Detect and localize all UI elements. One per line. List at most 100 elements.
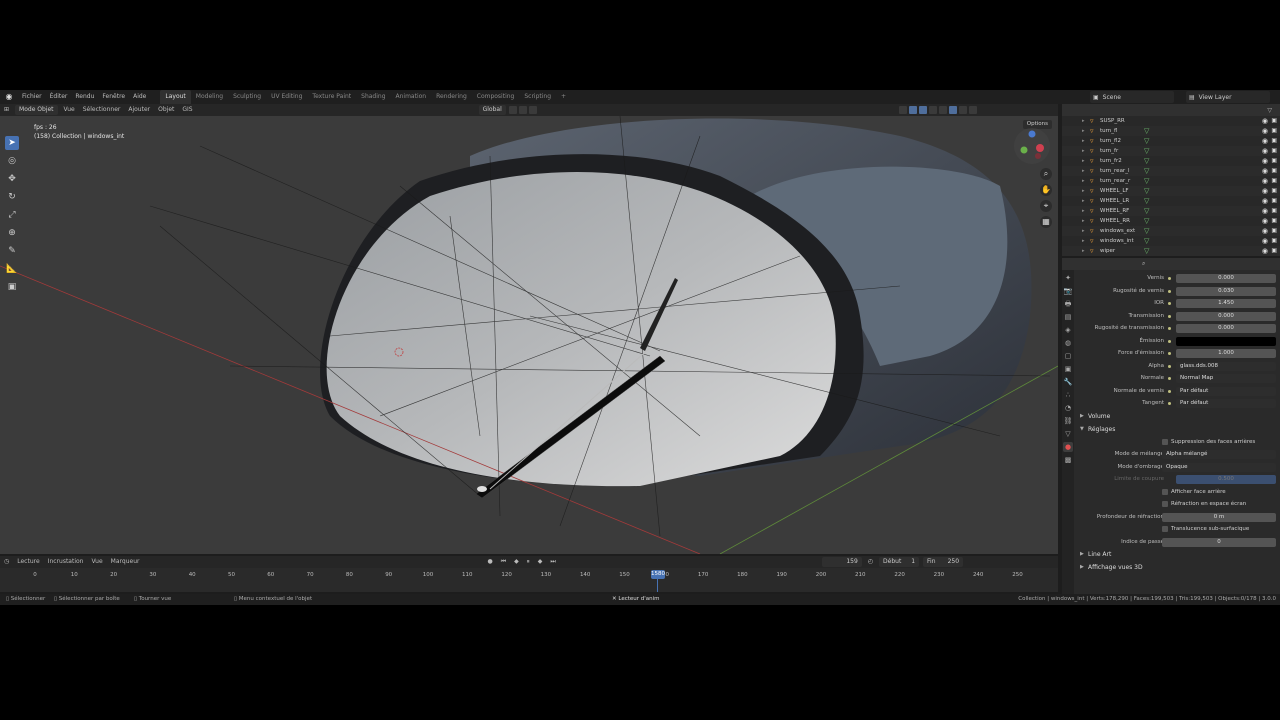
texture-tab-icon[interactable]: ▩ (1063, 455, 1073, 465)
expand-icon[interactable]: ▸ (1082, 116, 1085, 126)
outliner-row[interactable]: ▸ ▿ turn_rear_r ▽ ◉ ▣ (1062, 176, 1280, 186)
section-settings[interactable]: ▼ Réglages (1076, 423, 1280, 436)
eye-icon[interactable]: ◉ (1262, 146, 1268, 156)
jump-start-icon[interactable]: ⏮ (497, 556, 510, 568)
outliner-row[interactable]: ▸ ▿ turn_fl ▽ ◉ ▣ (1062, 126, 1280, 136)
eye-icon[interactable]: ◉ (1262, 226, 1268, 236)
data-tab-icon[interactable]: ▽ (1063, 429, 1073, 439)
render-camera-icon[interactable]: ▣ (1271, 156, 1277, 166)
socket-icon[interactable] (1168, 352, 1171, 355)
backface-culling-checkbox[interactable]: Suppression des faces arrières (1076, 436, 1280, 449)
start-frame-field[interactable]: Début 1 (879, 557, 920, 567)
view-layer-selector[interactable]: ▤ View Layer (1186, 91, 1270, 103)
eye-icon[interactable]: ◉ (1262, 156, 1268, 166)
scene-selector[interactable]: ▣ Scene (1090, 91, 1174, 103)
screen-refraction-checkbox[interactable]: Réfraction en espace écran (1076, 498, 1280, 511)
eye-icon[interactable]: ◉ (1262, 166, 1268, 176)
menu-window[interactable]: Fenêtre (98, 90, 129, 104)
menu-select[interactable]: Sélectionner (79, 104, 125, 116)
property-field[interactable]: 0.000 (1176, 274, 1276, 283)
zoom-icon[interactable]: ⌕ (1040, 168, 1052, 180)
jump-end-icon[interactable]: ⏭ (546, 556, 559, 568)
expand-icon[interactable]: ▸ (1082, 176, 1085, 186)
eye-icon[interactable]: ◉ (1262, 136, 1268, 146)
eye-icon[interactable]: ◉ (1262, 186, 1268, 196)
tab-rendering[interactable]: Rendering (431, 90, 472, 104)
shading-rendered-icon[interactable] (968, 106, 977, 114)
eye-icon[interactable]: ◉ (1262, 176, 1268, 186)
modifier-tab-icon[interactable]: 🔧 (1063, 377, 1073, 387)
outliner-row[interactable]: ▸ ▿ SUSP_RR ◉ ▣ (1062, 116, 1280, 126)
gizmo-icon[interactable] (908, 106, 917, 114)
refraction-depth-field[interactable]: 0 m (1162, 512, 1276, 522)
socket-icon[interactable] (1168, 289, 1171, 293)
eye-icon[interactable]: ◉ (1262, 196, 1268, 206)
render-camera-icon[interactable]: ▣ (1271, 136, 1277, 146)
property-field[interactable]: Normal Map (1176, 374, 1276, 383)
socket-icon[interactable] (1168, 377, 1171, 380)
menu-help[interactable]: Aide (129, 90, 150, 104)
section-viewport-display[interactable]: ▶ Affichage vues 3D (1076, 561, 1280, 574)
outliner-row[interactable]: ▸ ▿ turn_rear_l ▽ ◉ ▣ (1062, 166, 1280, 176)
tab-modeling[interactable]: Modeling (191, 90, 228, 104)
overlay-icon[interactable] (918, 106, 927, 114)
menu-render[interactable]: Rendu (71, 90, 98, 104)
orientation-selector[interactable]: Global (478, 105, 506, 115)
outliner-filter-icon[interactable]: ▽ (1267, 107, 1272, 114)
property-field[interactable]: 0.000 (1176, 324, 1276, 333)
tab-uv-editing[interactable]: UV Editing (266, 90, 307, 104)
menu-add[interactable]: Ajouter (124, 104, 154, 116)
eye-icon[interactable]: ◉ (1262, 216, 1268, 226)
shading-material-icon[interactable] (958, 106, 967, 114)
navigation-gizmo[interactable] (1012, 126, 1052, 166)
tab-compositing[interactable]: Compositing (472, 90, 520, 104)
outliner-row[interactable]: ▸ ▿ WHEEL_RR ▽ ◉ ▣ (1062, 216, 1280, 226)
render-camera-icon[interactable]: ▣ (1271, 166, 1277, 176)
scene-tab-icon[interactable]: ◈ (1063, 325, 1073, 335)
world-tab-icon[interactable]: ◍ (1063, 338, 1073, 348)
eye-icon[interactable]: ◉ (1262, 206, 1268, 216)
property-field[interactable]: Par défaut (1176, 399, 1276, 408)
outliner-row[interactable]: ▸ ▿ WHEEL_LR ▽ ◉ ▣ (1062, 196, 1280, 206)
menu-keying[interactable]: Incrustation (44, 556, 88, 568)
record-icon[interactable]: ● (483, 556, 496, 568)
render-camera-icon[interactable]: ▣ (1271, 196, 1277, 206)
search-icon[interactable]: ⌕ (1142, 260, 1145, 268)
menu-marker[interactable]: Marqueur (107, 556, 144, 568)
render-camera-icon[interactable]: ▣ (1271, 176, 1277, 186)
socket-icon[interactable] (1168, 302, 1171, 305)
tab-shading[interactable]: Shading (356, 90, 390, 104)
render-camera-icon[interactable]: ▣ (1271, 126, 1277, 136)
expand-icon[interactable]: ▸ (1082, 196, 1085, 206)
outliner-row[interactable]: ▸ ▿ turn_fl2 ▽ ◉ ▣ (1062, 136, 1280, 146)
particles-tab-icon[interactable]: ∴ (1063, 390, 1073, 400)
clip-threshold-field[interactable]: 0.500 (1176, 475, 1276, 484)
shading-solid-icon[interactable] (948, 106, 957, 114)
section-volume[interactable]: ▶ Volume (1076, 410, 1280, 423)
pass-index-field[interactable]: 0 (1162, 537, 1276, 547)
camera-view-icon[interactable]: ⌖ (1040, 200, 1052, 212)
render-camera-icon[interactable]: ▣ (1271, 226, 1277, 236)
prev-keyframe-icon[interactable]: ◆ (510, 556, 523, 568)
property-field[interactable]: glass.dds.008 (1176, 361, 1276, 371)
select-tool-icon[interactable]: ➤ (5, 136, 19, 150)
expand-icon[interactable]: ▸ (1082, 236, 1085, 246)
move-tool-icon[interactable]: ✥ (5, 172, 19, 186)
render-camera-icon[interactable]: ▣ (1271, 216, 1277, 226)
eye-icon[interactable]: ◉ (1262, 236, 1268, 246)
expand-icon[interactable]: ▸ (1082, 156, 1085, 166)
render-camera-icon[interactable]: ▣ (1271, 186, 1277, 196)
scale-tool-icon[interactable]: ⤢ (5, 208, 19, 222)
outliner-row[interactable]: ▸ ▿ WHEEL_RF ▽ ◉ ▣ (1062, 206, 1280, 216)
pivot-icon[interactable] (508, 106, 517, 114)
menu-playback[interactable]: Lecture (13, 556, 43, 568)
shadow-mode-select[interactable]: Opaque (1162, 462, 1276, 472)
sss-translucency-checkbox[interactable]: Translucence sub-surfacique (1076, 523, 1280, 536)
section-lineart[interactable]: ▶ Line Art (1076, 548, 1280, 561)
next-keyframe-icon[interactable]: ◆ (534, 556, 547, 568)
expand-icon[interactable]: ▸ (1082, 166, 1085, 176)
menu-object[interactable]: Objet (154, 104, 178, 116)
expand-icon[interactable]: ▸ (1082, 126, 1085, 136)
add-cube-tool-icon[interactable]: ▣ (5, 280, 19, 294)
blender-logo-icon[interactable]: ◉ (4, 92, 14, 102)
